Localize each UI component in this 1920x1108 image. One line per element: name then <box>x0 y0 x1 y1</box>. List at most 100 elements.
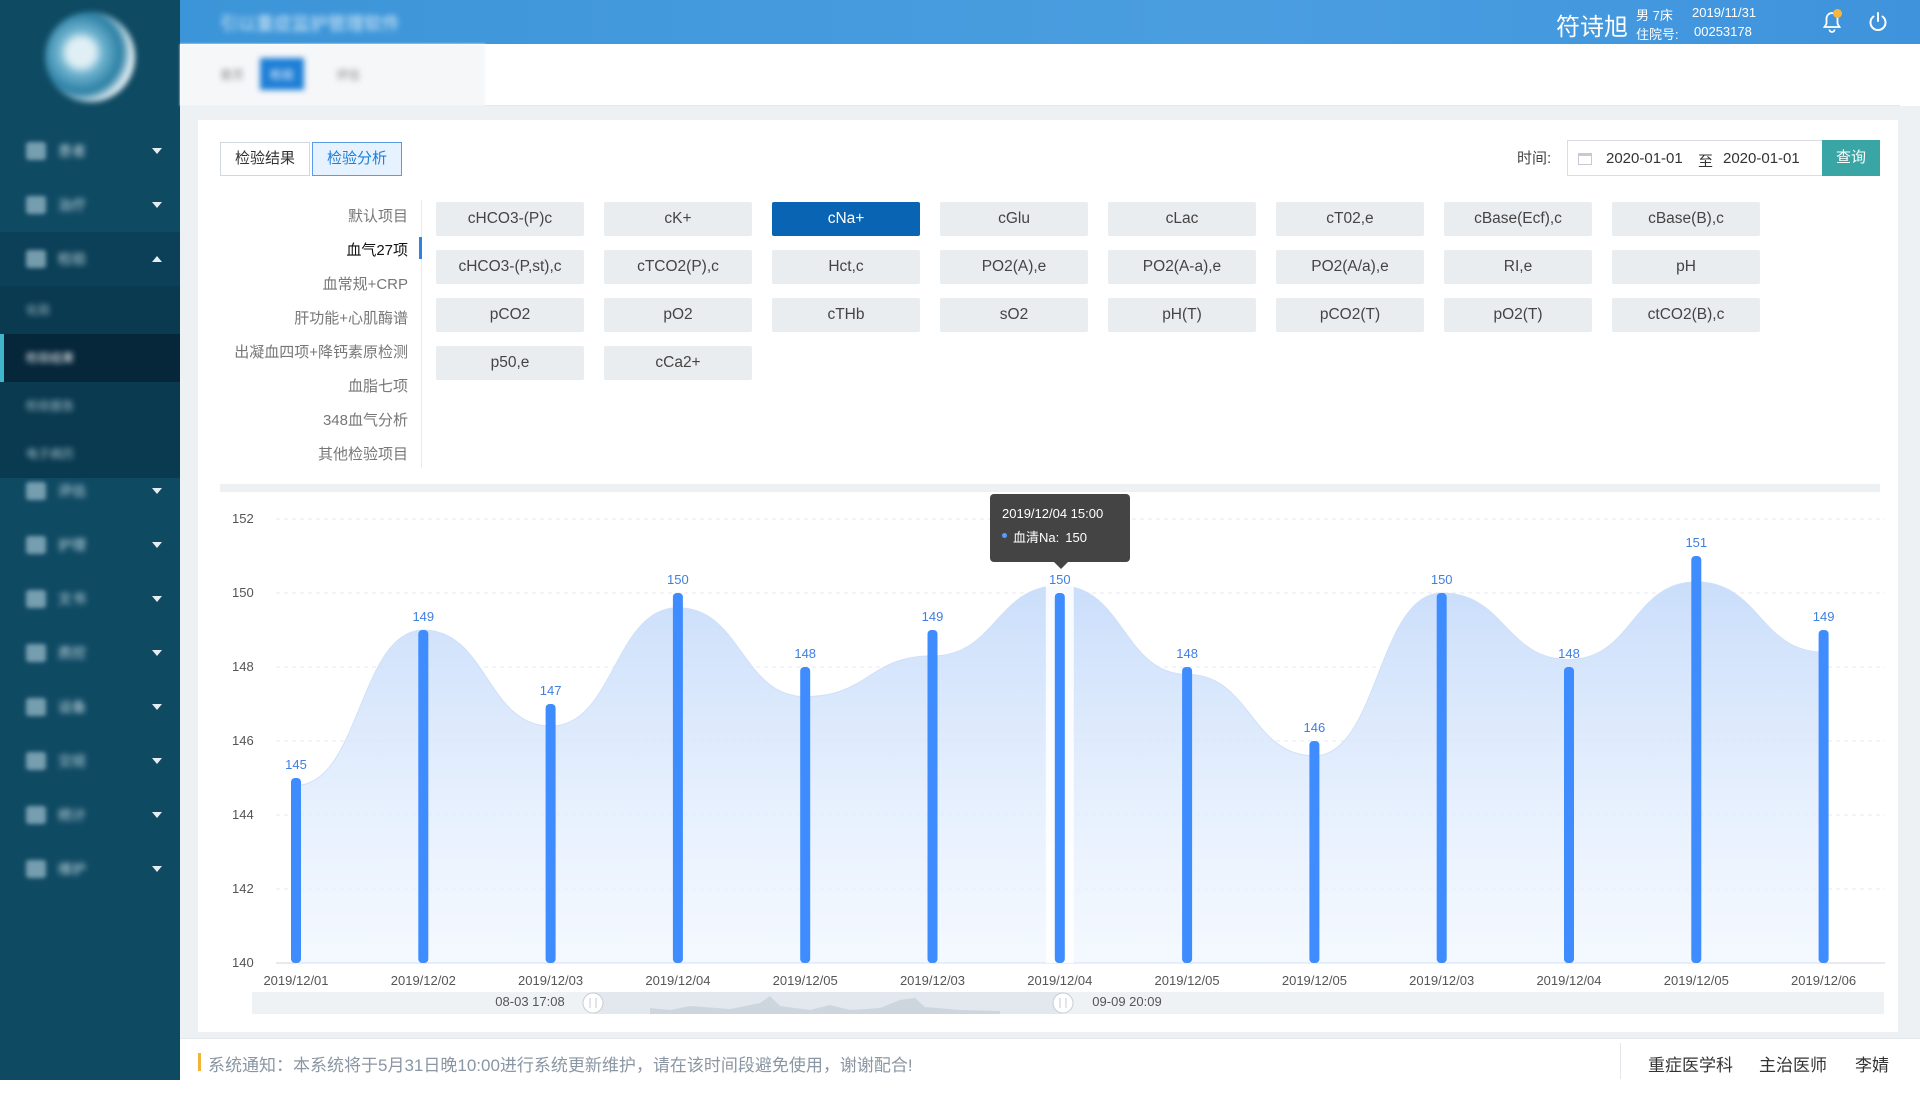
sidebar-item-6[interactable]: 文书 <box>0 572 180 626</box>
zoom-handle-left[interactable] <box>582 992 604 1014</box>
category-item[interactable]: 血气27项 <box>346 239 408 260</box>
chevron-down-icon <box>152 812 162 818</box>
sidebar-subitem-4[interactable]: 电子病历 <box>0 430 180 478</box>
sidebar-item-8[interactable]: 设备 <box>0 680 180 734</box>
patient-date: 2019/11/31 <box>1692 5 1757 20</box>
tab-assessment[interactable]: 评估 <box>326 58 370 90</box>
sidebar-subitem-label: 检验结果 <box>26 351 75 365</box>
test-item-button[interactable]: pCO2 <box>436 298 584 332</box>
category-item[interactable]: 其他检验项目 <box>318 443 408 464</box>
test-item-button[interactable]: cGlu <box>940 202 1088 236</box>
y-tick-label: 142 <box>232 881 254 896</box>
tooltip-date: 2019/12/04 15:00 <box>1002 506 1104 521</box>
test-item-button[interactable]: cTHb <box>772 298 920 332</box>
data-label: 150 <box>667 572 689 587</box>
test-item-button[interactable]: sO2 <box>940 298 1088 332</box>
category-item[interactable]: 血常规+CRP <box>323 273 408 294</box>
test-item-button[interactable]: PO2(A/a),e <box>1276 250 1424 284</box>
sidebar-subitem-label: 电子病历 <box>26 447 75 461</box>
tab-home[interactable]: 首页 <box>210 58 254 90</box>
tab-lab[interactable]: 检验 <box>260 58 305 90</box>
test-item-button[interactable]: cHCO3-(P,st),c <box>436 250 584 284</box>
date-to[interactable]: 2020-01-01 <box>1723 150 1800 167</box>
date-from[interactable]: 2020-01-01 <box>1606 150 1683 167</box>
department: 重症医学科 <box>1648 1056 1733 1075</box>
x-tick-label: 2019/12/03 <box>900 973 965 988</box>
lab-icon <box>26 250 46 268</box>
data-label: 146 <box>1304 720 1326 735</box>
category-item[interactable]: 肝功能+心肌酶谱 <box>294 307 408 328</box>
test-item-button[interactable]: cBase(Ecf),c <box>1444 202 1592 236</box>
test-item-button[interactable]: RI,e <box>1444 250 1592 284</box>
data-bar <box>1691 556 1702 963</box>
data-bar <box>1436 593 1447 963</box>
y-tick-label: 144 <box>232 807 254 822</box>
category-item[interactable]: 出凝血四项+降钙素原检测 <box>234 341 408 362</box>
test-item-button[interactable]: PO2(A),e <box>940 250 1088 284</box>
zoom-handle-right[interactable] <box>1052 992 1074 1014</box>
sidebar-item-5[interactable]: 护理 <box>0 518 180 572</box>
sidebar-item-label: 文书 <box>58 591 86 607</box>
test-item-button[interactable]: cNa+ <box>772 202 920 236</box>
sidebar-item-10[interactable]: 统计 <box>0 788 180 842</box>
sidebar-subitem-2[interactable]: 检验结果 <box>0 334 180 382</box>
test-item-button[interactable]: cHCO3-(P)c <box>436 202 584 236</box>
test-item-button[interactable]: cBase(B),c <box>1612 202 1760 236</box>
test-item-button[interactable]: cTCO2(P),c <box>604 250 752 284</box>
calendar-icon <box>1578 153 1592 165</box>
category-item[interactable]: 348血气分析 <box>323 409 408 430</box>
test-item-button[interactable]: p50,e <box>436 346 584 380</box>
test-item-button[interactable]: pCO2(T) <box>1276 298 1424 332</box>
sidebar-item-2[interactable]: 治疗 <box>0 178 180 232</box>
sidebar-item-7[interactable]: 质控 <box>0 626 180 680</box>
test-item-button[interactable]: cLac <box>1108 202 1256 236</box>
data-bar <box>291 778 301 963</box>
sidebar-subitem-1[interactable]: 化验 <box>0 286 180 334</box>
category-item[interactable]: 血脂七项 <box>348 375 408 396</box>
sidebar-item-3[interactable]: 检验 <box>0 232 180 286</box>
results-tab-button[interactable]: 检验结果 <box>220 142 311 176</box>
chevron-down-icon <box>152 704 162 710</box>
sidebar-item-label: 质控 <box>58 645 86 661</box>
data-bar <box>1309 741 1320 963</box>
chevron-down-icon <box>152 596 162 602</box>
test-item-button[interactable]: pO2(T) <box>1444 298 1592 332</box>
data-label: 150 <box>1049 572 1071 587</box>
test-item-button[interactable]: cT02,e <box>1276 202 1424 236</box>
footer-bar: 系统通知：本系统将于5月31日晚10:00进行系统更新维护，请在该时间段避免使用… <box>180 1038 1920 1082</box>
test-item-button[interactable]: pO2 <box>604 298 752 332</box>
analysis-tab-button[interactable]: 检验分析 <box>312 142 403 176</box>
user-name: 李婧 <box>1855 1056 1889 1075</box>
date-separator: 至 <box>1698 153 1714 170</box>
query-button[interactable]: 查询 <box>1822 140 1880 176</box>
tooltip-label: 血清Na: <box>1013 530 1060 545</box>
sidebar-item-11[interactable]: 维护 <box>0 842 180 896</box>
user-role: 主治医师 <box>1759 1056 1827 1075</box>
sidebar-item-label: 维护 <box>58 861 86 877</box>
test-item-button[interactable]: PO2(A-a),e <box>1108 250 1256 284</box>
test-item-button[interactable]: pH <box>1612 250 1760 284</box>
sidebar-item-label: 患者 <box>58 143 86 159</box>
sidebar-item-9[interactable]: 交班 <box>0 734 180 788</box>
test-item-button[interactable]: pH(T) <box>1108 298 1256 332</box>
x-tick-label: 2019/12/04 <box>1536 973 1601 988</box>
power-icon[interactable] <box>1866 10 1890 34</box>
test-item-button[interactable]: cCa2+ <box>604 346 752 380</box>
chevron-down-icon <box>152 542 162 548</box>
x-tick-label: 2019/12/04 <box>645 973 710 988</box>
sidebar-item-1[interactable]: 患者 <box>0 124 180 178</box>
test-item-button[interactable]: Hct,c <box>772 250 920 284</box>
sidebar-item-label: 统计 <box>58 807 86 823</box>
sidebar-item-label: 治疗 <box>58 197 86 213</box>
test-item-button[interactable]: ctCO2(B),c <box>1612 298 1760 332</box>
notice-marker <box>198 1053 201 1071</box>
test-item-button[interactable]: cK+ <box>604 202 752 236</box>
category-item[interactable]: 默认项目 <box>348 205 408 226</box>
sidebar-item-label: 评估 <box>58 483 86 499</box>
date-range-picker[interactable]: 2020-01-01 至 2020-01-01 <box>1567 140 1823 176</box>
sidebar-subitem-3[interactable]: 检验报告 <box>0 382 180 430</box>
maintenance-icon <box>26 860 46 878</box>
patient-gender-bed: 男 7床 <box>1636 8 1673 23</box>
sidebar-item-label: 设备 <box>58 699 86 715</box>
chevron-down-icon <box>152 148 162 154</box>
